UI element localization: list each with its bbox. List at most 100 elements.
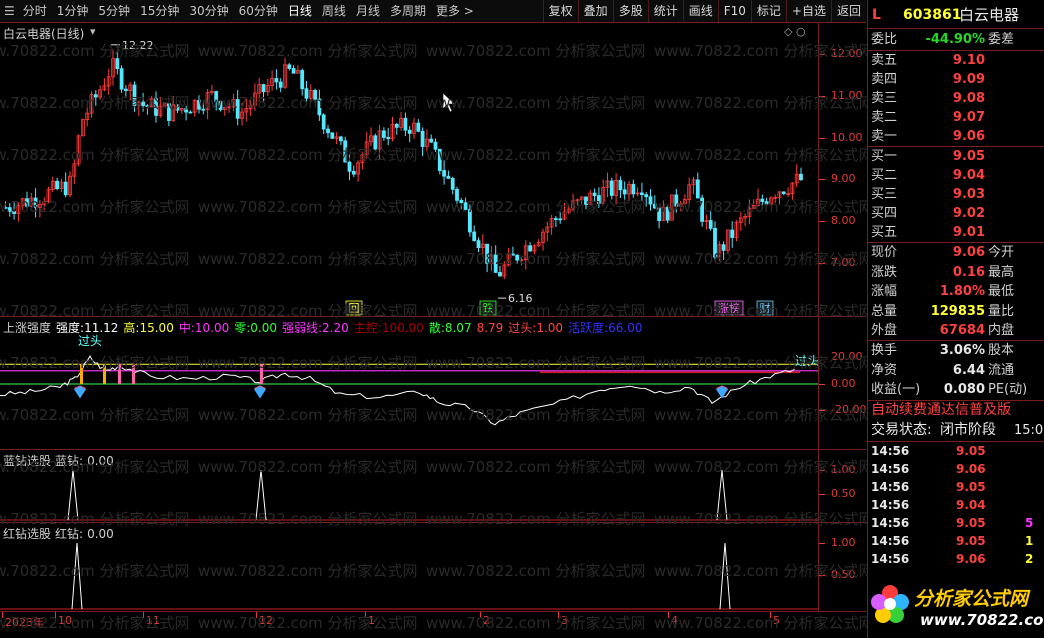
candle <box>351 165 356 178</box>
action-button-0[interactable]: 复权 <box>542 0 578 22</box>
event-marker[interactable]: 涨榜 <box>714 300 744 316</box>
finance-row-label2: 流通 <box>988 362 1015 378</box>
candle <box>674 188 679 213</box>
bid-row: 买二 9.04 <box>868 166 1044 185</box>
tick-price: 9.05 <box>956 534 986 548</box>
bid-row-value: 9.03 <box>952 187 985 202</box>
renewal-banner[interactable]: 自动续费通达信普及版 <box>871 401 1011 420</box>
candle <box>145 104 150 115</box>
ask-row-value: 9.06 <box>952 129 985 144</box>
candle <box>304 80 309 102</box>
tick-row: 14:56 9.05 <box>868 442 1044 460</box>
event-marker[interactable]: 财 <box>756 300 774 316</box>
period-tab-3[interactable]: 15分钟 <box>135 0 184 22</box>
candle <box>317 89 322 121</box>
bid-row: 买四 9.02 <box>868 204 1044 223</box>
bid-row-value: 9.04 <box>952 168 985 183</box>
finance-row-value: 0.080 <box>943 382 985 397</box>
candle <box>644 192 649 207</box>
candle <box>429 134 434 144</box>
candle <box>68 171 72 198</box>
signal-spike <box>719 542 731 610</box>
candle <box>106 68 111 95</box>
bid-row-label: 买三 <box>871 187 898 202</box>
candle <box>7 202 12 217</box>
candle <box>278 78 283 93</box>
period-tab-9[interactable]: 多周期 <box>385 0 431 22</box>
ask-row-value: 9.08 <box>952 91 985 106</box>
period-tab-7[interactable]: 周线 <box>317 0 351 22</box>
red-diamond-panel[interactable]: 红钻选股 红钻: 0.00 1.00 0.50 <box>0 523 866 612</box>
candle <box>240 102 244 126</box>
period-tab-5[interactable]: 60分钟 <box>234 0 283 22</box>
candle <box>622 181 627 200</box>
candlestick-chart[interactable]: 12.22 6.16 回 跌 涨榜 财 <box>0 23 818 316</box>
candle <box>16 202 21 222</box>
candle <box>734 220 739 242</box>
period-tab-6[interactable]: 日线 <box>283 0 317 22</box>
blue-diamond-chart[interactable] <box>0 450 818 522</box>
candle <box>747 199 752 225</box>
quote-row-label: 现价 <box>871 245 898 260</box>
candle <box>424 129 429 152</box>
webi-value: -44.90% <box>925 32 985 47</box>
quote-row-label2: 内盘 <box>988 323 1015 338</box>
strength-chart[interactable]: 过头过头 <box>0 317 818 449</box>
quote-row-label2: 量比 <box>988 303 1015 319</box>
period-tab-2[interactable]: 5分钟 <box>93 0 135 22</box>
quote-row-value: 9.06 <box>952 245 985 260</box>
period-tab-10[interactable]: 更多 > <box>431 0 479 22</box>
tick-volume: 1 <box>1025 534 1034 548</box>
bid-row: 买三 9.03 <box>868 185 1044 204</box>
candle <box>197 95 201 114</box>
action-button-4[interactable]: 画线 <box>682 0 718 22</box>
candle <box>476 237 481 253</box>
tick-time: 14:56 <box>871 534 910 548</box>
action-button-5[interactable]: F10 <box>717 0 751 22</box>
candle <box>416 119 421 133</box>
candle <box>407 126 412 143</box>
svg-text:跌: 跌 <box>483 301 494 315</box>
candle <box>566 204 571 215</box>
event-marker[interactable]: 回 <box>345 300 363 316</box>
price-chart-panel[interactable]: 白云电器(日线) ▾ ◇ ○ 12.22 6.16 回跌涨榜财 12.00 11.00… <box>0 23 866 317</box>
candle <box>506 247 511 267</box>
candle <box>536 238 541 247</box>
action-button-2[interactable]: 多股 <box>612 0 648 22</box>
period-tab-8[interactable]: 月线 <box>351 0 385 22</box>
period-tab-1[interactable]: 1分钟 <box>52 0 94 22</box>
red-diamond-chart[interactable] <box>0 523 818 611</box>
candle <box>485 243 490 273</box>
action-button-1[interactable]: 叠加 <box>577 0 613 22</box>
logo-flower-icon <box>870 584 910 624</box>
ask-row-value: 9.09 <box>952 72 985 87</box>
tick-time: 14:56 <box>871 444 910 458</box>
tick-price: 9.05 <box>956 516 986 530</box>
axis-tick-label: 12.00 <box>831 47 863 60</box>
action-button-8[interactable]: 返回 <box>830 0 866 22</box>
mouse-cursor-icon <box>442 92 456 113</box>
candle <box>313 88 318 103</box>
action-button-6[interactable]: 标记 <box>750 0 786 22</box>
blue-diamond-panel[interactable]: 蓝钻选股 蓝钻: 0.00 1.00 0.50 <box>0 450 866 523</box>
period-tab-0[interactable]: 分时 <box>18 0 52 22</box>
period-tab-4[interactable]: 30分钟 <box>184 0 233 22</box>
candle <box>33 188 38 218</box>
event-marker[interactable]: 跌 <box>479 300 497 316</box>
candle <box>184 105 189 121</box>
blue-diamond-axis: 1.00 0.50 <box>818 450 867 522</box>
axis-tick-label: -20.00 <box>831 403 867 416</box>
diamond-signal-icon <box>74 385 86 399</box>
candle <box>769 196 773 206</box>
bid-row-value: 9.05 <box>952 149 985 164</box>
action-button-7[interactable]: +自选 <box>785 0 831 22</box>
action-button-3[interactable]: 统计 <box>647 0 683 22</box>
candle <box>141 92 146 112</box>
tick-volume: 5 <box>1025 516 1034 530</box>
quote-row-value: 0.16 <box>952 264 985 280</box>
quote-row-label2: 今开 <box>988 245 1015 260</box>
candle <box>515 254 520 264</box>
candle <box>175 104 180 114</box>
indicator-panel[interactable]: 上涨强度 强度:11.12 高:15.00 中:10.00 零:0.00 强弱线:2.20… <box>0 317 866 450</box>
menu-icon[interactable]: ☰ <box>0 4 18 18</box>
